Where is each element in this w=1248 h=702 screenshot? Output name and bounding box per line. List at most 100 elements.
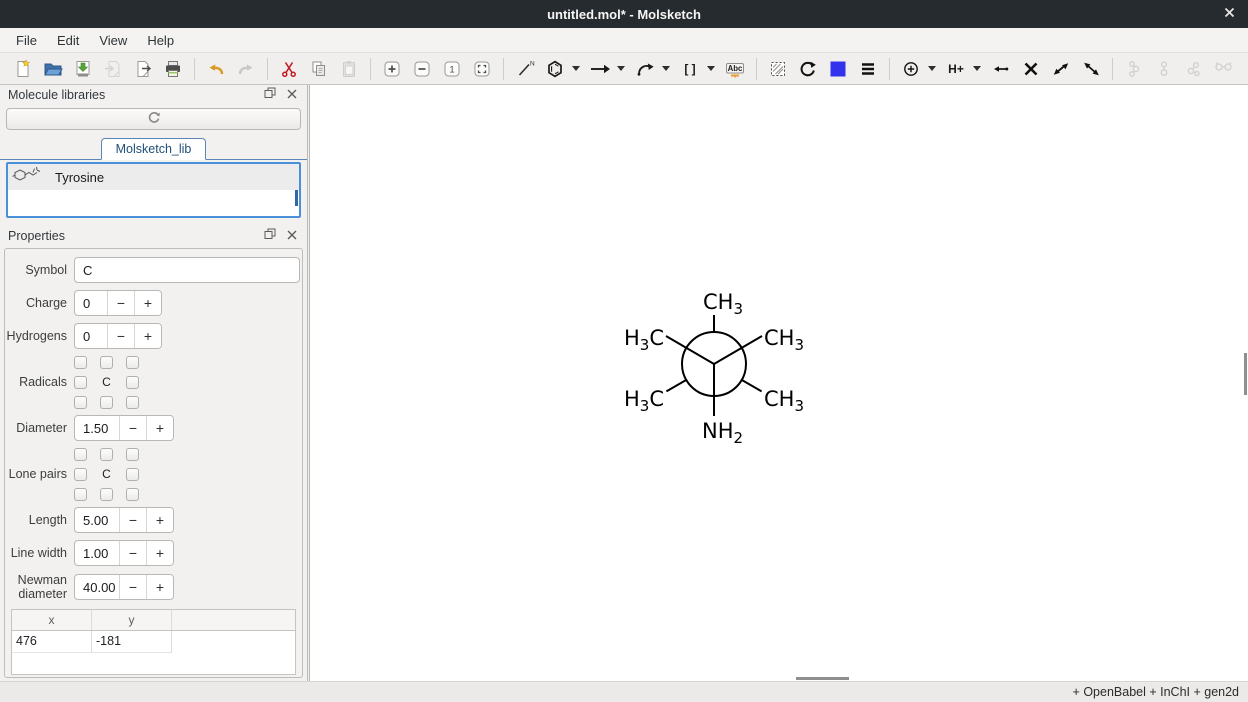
zoom-in-button[interactable] [378,56,406,82]
flip-vertical-button[interactable] [1077,56,1105,82]
flip-horizontal-button[interactable] [1047,56,1075,82]
length-value[interactable]: 5.00 [75,508,119,532]
lone-pair-checkbox[interactable] [74,448,87,461]
newman-diameter-increase-button[interactable]: + [146,575,173,599]
library-float-button[interactable] [263,88,277,102]
color-picker-button[interactable] [824,56,852,82]
lone-pair-checkbox[interactable] [126,448,139,461]
radical-checkbox[interactable] [74,356,87,369]
line-width-value[interactable]: 1.00 [75,541,119,565]
drawing-canvas[interactable]: CH3 H3C CH3 H3C CH3 NH2 [309,85,1248,681]
hydrogen-tool-button-dropdown[interactable] [971,56,983,82]
menu-help[interactable]: Help [137,30,184,51]
line-width-increase-button[interactable]: + [146,541,173,565]
newman-projection-molecule[interactable]: CH3 H3C CH3 H3C CH3 NH2 [310,85,1248,681]
properties-close-button[interactable] [285,229,299,243]
copy-button[interactable] [305,56,333,82]
save-button[interactable] [69,56,97,82]
charge-decrease-button[interactable]: − [107,291,134,315]
lone-pair-checkbox[interactable] [74,488,87,501]
lone-pair-checkbox[interactable] [100,448,113,461]
toolbar-separator [889,58,890,80]
radical-checkbox[interactable] [100,356,113,369]
canvas-horizontal-scrollbar[interactable] [796,677,849,680]
hydrogens-decrease-button[interactable]: − [107,324,134,348]
rotate-tool-button[interactable] [794,56,822,82]
zoom-out-icon [412,59,432,79]
line-width-icon [858,59,878,79]
radical-checkbox[interactable] [126,356,139,369]
column-header-x: x [12,610,92,630]
obabel-cluster-button [1180,56,1208,82]
ring-tool-button-dropdown[interactable] [570,56,582,82]
paste-icon [339,59,359,79]
tab-molsketch-lib[interactable]: Molsketch_lib [101,138,207,160]
canvas-vertical-scrollbar[interactable] [1244,353,1247,395]
toolbar-extension-button[interactable] [1240,56,1248,82]
newman-diameter-value[interactable]: 40.00 [75,575,119,599]
hydrogens-increase-button[interactable]: + [134,324,161,348]
radical-checkbox[interactable] [74,376,87,389]
lone-pair-checkbox[interactable] [126,468,139,481]
lone-pair-checkbox[interactable] [100,488,113,501]
undo-button[interactable] [202,56,230,82]
properties-float-button[interactable] [263,229,277,243]
table-row: 476 -181 [12,631,295,653]
diameter-decrease-button[interactable]: − [119,416,146,440]
cut-button[interactable] [275,56,303,82]
lasso-select-button[interactable] [764,56,792,82]
zoom-original-button[interactable]: 1 [438,56,466,82]
coordinate-x-cell[interactable]: 476 [12,631,92,653]
line-width-decrease-button[interactable]: − [119,541,146,565]
lone-pair-checkbox[interactable] [74,468,87,481]
radical-checkbox[interactable] [100,396,113,409]
menu-edit[interactable]: Edit [47,30,89,51]
library-close-button[interactable] [285,88,299,102]
length-decrease-button[interactable]: − [119,508,146,532]
zoom-original-icon: 1 [442,59,462,79]
export-button[interactable] [129,56,157,82]
zoom-fit-button[interactable] [468,56,496,82]
chevron-down-icon [572,66,580,71]
hydrogens-value[interactable]: 0 [75,324,107,348]
newman-diameter-decrease-button[interactable]: − [119,575,146,599]
hydrogen-tool-button[interactable]: H+ [942,56,970,82]
mechanism-arrow-button-dropdown[interactable] [660,56,672,82]
menu-view[interactable]: View [89,30,137,51]
draw-tool-button[interactable]: N [511,56,539,82]
charge-tool-button-dropdown[interactable] [926,56,938,82]
zoom-out-button[interactable] [408,56,436,82]
symbol-field[interactable] [74,257,300,283]
diameter-value[interactable]: 1.50 [75,416,119,440]
arrow-tool-button-dropdown[interactable] [615,56,627,82]
diameter-increase-button[interactable]: + [146,416,173,440]
charge-tool-button[interactable] [897,56,925,82]
ring-icon [545,59,565,79]
lone-pair-tool-button[interactable] [987,56,1015,82]
line-width-button[interactable] [854,56,882,82]
radical-checkbox[interactable] [126,376,139,389]
charge-value[interactable]: 0 [75,291,107,315]
radical-checkbox[interactable] [74,396,87,409]
length-increase-button[interactable]: + [146,508,173,532]
open-button[interactable] [39,56,67,82]
ring-tool-button[interactable] [541,56,569,82]
lone-pair-checkbox[interactable] [126,488,139,501]
delete-tool-button[interactable] [1017,56,1045,82]
bracket-tool-button[interactable]: [ ] [676,56,704,82]
delete-icon [1021,59,1041,79]
list-item-tyrosine[interactable]: Tyrosine [8,164,299,190]
library-list-scrollbar[interactable] [295,190,298,206]
new-button[interactable] [9,56,37,82]
coordinate-y-cell[interactable]: -181 [92,631,172,653]
menu-file[interactable]: File [6,30,47,51]
radical-checkbox[interactable] [126,396,139,409]
refresh-libraries-button[interactable] [6,108,301,130]
bracket-tool-button-dropdown[interactable] [705,56,717,82]
charge-increase-button[interactable]: + [134,291,161,315]
arrow-tool-button[interactable] [586,56,614,82]
close-window-button[interactable] [1220,5,1238,23]
print-button[interactable] [159,56,187,82]
mechanism-arrow-button[interactable] [631,56,659,82]
text-tool-button[interactable]: Abc [721,56,749,82]
